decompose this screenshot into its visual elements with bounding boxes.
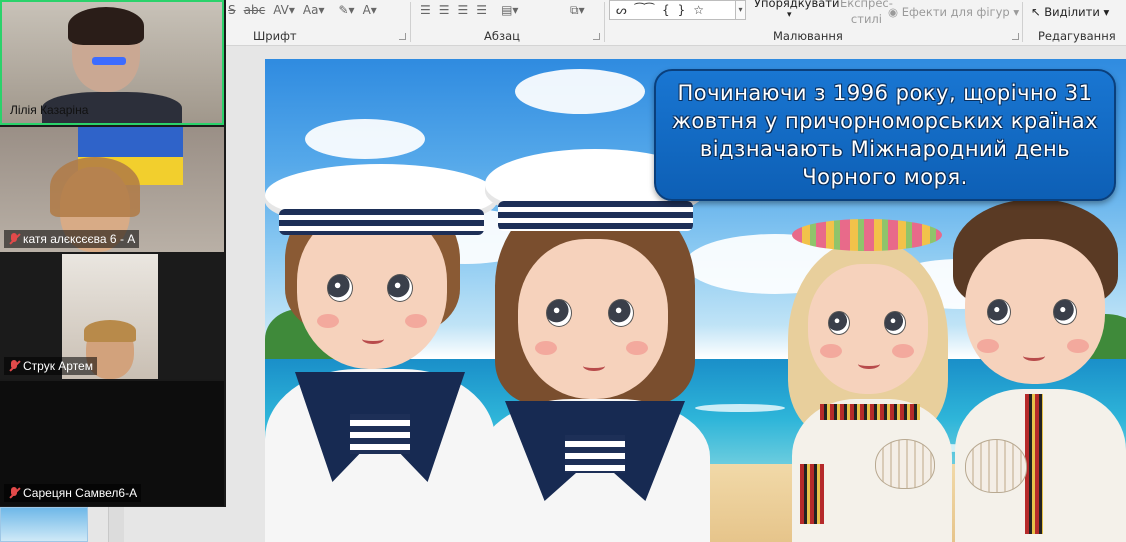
shapes-gallery[interactable]: ᔕ ⁀⁀ { } ☆ — [609, 0, 736, 20]
participant-tile[interactable]: Струк Артем — [0, 254, 224, 379]
sailor-boy-figure — [265, 114, 497, 542]
ribbon-separator — [410, 2, 411, 42]
ribbon-separator — [1022, 2, 1023, 42]
participant-name-label: катя алєксєєва 6 - А — [23, 232, 136, 246]
thumbnail-scrollbar[interactable] — [108, 507, 124, 542]
participant-tile[interactable]: катя алєксєєва 6 - А — [0, 127, 224, 252]
ribbon-group-font: Шрифт — [253, 29, 297, 43]
boy-vyshyvanka-figure — [945, 199, 1126, 542]
participant-name-label: Струк Артем — [23, 359, 93, 373]
participant-name-label: Лілія Казаріна — [10, 103, 89, 117]
strikethrough-button[interactable]: S — [228, 3, 236, 17]
smartart-icon[interactable]: ⧉▾ — [570, 3, 585, 18]
ribbon-group-editing: Редагування — [1038, 29, 1116, 43]
participant-name: Струк Артем — [4, 357, 97, 375]
paragraph-dialog-launcher[interactable] — [593, 33, 600, 40]
brace-left-icon[interactable]: { — [662, 3, 670, 17]
align-center-icon[interactable]: ☰ — [439, 3, 450, 17]
font-color-button[interactable]: A▾ — [363, 3, 377, 17]
paragraph-align-row: ☰ ☰ ☰ ☰ ▤▾ — [420, 0, 526, 20]
select-label: Виділити — [1044, 5, 1100, 19]
participant-hair — [68, 7, 144, 45]
participants-panel: Лілія Казаріна катя алєксєєва 6 - А Стру… — [0, 0, 226, 507]
participant-hair — [50, 157, 140, 217]
slide[interactable]: Починаючи з 1996 року, щорічно 31 жовтня… — [265, 59, 1126, 542]
mic-muted-icon — [8, 233, 20, 245]
flag-blue — [78, 127, 183, 157]
callout-textbox[interactable]: Починаючи з 1996 року, щорічно 31 жовтня… — [654, 69, 1116, 201]
arrange-dropdown-icon[interactable]: ▾ — [787, 10, 792, 20]
participant-name-label: Сарецян Самвел6-А — [23, 486, 138, 500]
change-case-button[interactable]: Aa▾ — [303, 3, 325, 17]
cloud — [515, 69, 645, 114]
shape-effects-icon: ◉ — [888, 5, 902, 19]
seashell — [965, 439, 1027, 493]
mic-muted-icon — [8, 487, 20, 499]
align-right-icon[interactable]: ☰ — [458, 3, 469, 17]
flower-wreath — [792, 219, 942, 251]
participant-name: Сарецян Самвел6-А — [4, 484, 142, 502]
shape-effects-dropdown-icon: ▾ — [1009, 5, 1020, 19]
highlight-icon[interactable]: ✎▾ — [338, 3, 354, 17]
columns-icon[interactable]: ▤▾ — [501, 3, 518, 17]
freeform-icon[interactable]: ᔕ — [616, 3, 627, 17]
arrange-button[interactable]: Упорядкувати — [754, 0, 839, 10]
glasses-glare — [92, 57, 126, 65]
shape-effects-button[interactable]: ◉ Ефекти для фігур ▾ — [888, 5, 1019, 19]
font-format-row: S abc AV▾ Aa▾ ✎▾ A▾ — [228, 0, 385, 20]
girl-vyshyvanka-figure — [780, 209, 960, 542]
ribbon-group-drawing: Малювання — [773, 29, 843, 43]
char-spacing-button[interactable]: AV▾ — [273, 3, 295, 17]
drawing-dialog-launcher[interactable] — [1012, 33, 1019, 40]
justify-icon[interactable]: ☰ — [476, 3, 487, 17]
mic-muted-icon — [8, 360, 20, 372]
participant-hair — [84, 320, 136, 342]
shapes-gallery-more[interactable]: ▾ — [736, 0, 746, 20]
express-styles-button[interactable]: Експрес- стилі — [840, 0, 893, 27]
font-dialog-launcher[interactable] — [399, 33, 406, 40]
brace-right-icon[interactable]: } — [678, 3, 686, 17]
participant-name: Лілія Казаріна — [6, 101, 92, 119]
shape-effects-label: Ефекти для фігур — [901, 5, 1010, 19]
select-button[interactable]: ↖ Виділити ▾ — [1031, 5, 1109, 19]
seashell — [875, 439, 935, 489]
participant-tile[interactable]: Сарецян Самвел6-А — [0, 381, 224, 506]
convert-smartart-row: ⧉▾ — [570, 0, 593, 20]
slide-thumbnail[interactable] — [0, 507, 88, 542]
participant-tile[interactable]: Лілія Казаріна — [0, 0, 224, 125]
ribbon-group-paragraph: Абзац — [484, 29, 520, 43]
align-left-icon[interactable]: ☰ — [420, 3, 431, 17]
arc-icon[interactable]: ⁀⁀ — [635, 3, 654, 17]
participant-name: катя алєксєєва 6 - А — [4, 230, 140, 248]
ribbon-separator — [604, 2, 605, 42]
screen: S abc AV▾ Aa▾ ✎▾ A▾ Шрифт ☰ ☰ ☰ ☰ ▤▾ Абз… — [0, 0, 1126, 542]
select-dropdown-icon: ▾ — [1099, 5, 1110, 19]
callout-text: Починаючи з 1996 року, щорічно 31 жовтня… — [671, 81, 1098, 189]
strikethrough-abc-button[interactable]: abc — [244, 3, 266, 17]
star-icon[interactable]: ☆ — [693, 3, 704, 17]
cursor-icon: ↖ — [1031, 5, 1045, 19]
